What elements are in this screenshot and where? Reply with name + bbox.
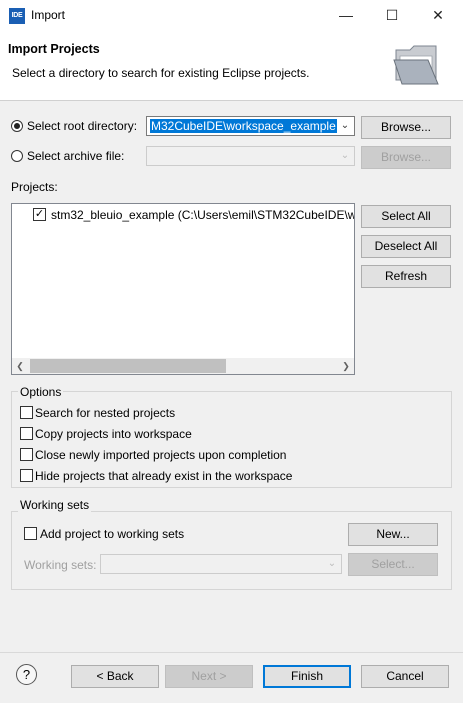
new-working-set-button[interactable]: New... [348,523,438,546]
working-sets-label: Working sets: [24,558,97,572]
select-all-button[interactable]: Select All [361,205,451,228]
projects-horizontal-scrollbar[interactable]: ❮ ❯ [12,358,354,374]
working-sets-legend: Working sets [18,498,92,512]
window-title: Import [31,8,66,22]
working-sets-combo[interactable]: ⌄ [100,554,342,574]
scrollbar-thumb[interactable] [30,359,226,373]
browse-directory-button[interactable]: Browse... [361,116,451,139]
page-title: Import Projects [8,42,100,56]
next-button[interactable]: Next > [165,665,253,688]
root-directory-label: Select root directory: [27,119,138,133]
projects-list[interactable] [11,203,355,375]
back-button[interactable]: < Back [71,665,159,688]
archive-file-radio[interactable] [11,150,23,162]
finish-button[interactable]: Finish [263,665,351,688]
minimize-button[interactable]: — [323,0,369,31]
add-working-sets-checkbox[interactable] [24,527,37,540]
close-imported-checkbox[interactable] [20,448,33,461]
project-item-label[interactable]: stm32_bleuio_example (C:\Users\emil\STM3… [51,208,354,222]
nested-projects-checkbox[interactable] [20,406,33,419]
project-checkbox[interactable]: ✓ [33,208,46,221]
copy-projects-checkbox[interactable] [20,427,33,440]
deselect-all-button[interactable]: Deselect All [361,235,451,258]
ide-app-icon: IDE [9,8,25,24]
folder-icon [393,45,439,85]
archive-file-combo[interactable]: ⌄ [146,146,355,166]
chevron-down-icon: ⌄ [340,150,350,161]
chevron-down-icon[interactable]: ⌄ [336,117,354,135]
close-button[interactable]: ✕ [415,0,461,31]
scroll-left-icon[interactable]: ❮ [12,358,28,374]
add-working-sets-label: Add project to working sets [40,527,185,541]
chevron-down-icon: ⌄ [327,558,337,569]
root-directory-combo[interactable]: M32CubeIDE\workspace_example ⌄ [146,116,355,136]
refresh-button[interactable]: Refresh [361,265,451,288]
help-icon[interactable]: ? [16,664,37,685]
projects-label: Projects: [11,180,58,194]
maximize-button[interactable]: ☐ [369,0,415,31]
copy-projects-label: Copy projects into workspace [35,427,192,441]
browse-archive-button[interactable]: Browse... [361,146,451,169]
nested-projects-label: Search for nested projects [35,406,176,420]
footer-divider [0,652,463,653]
root-directory-radio[interactable] [11,120,23,132]
options-legend: Options [18,385,64,399]
select-working-sets-button[interactable]: Select... [348,553,438,576]
hide-existing-label: Hide projects that already exist in the … [35,469,293,483]
scroll-right-icon[interactable]: ❯ [338,358,354,374]
archive-file-label: Select archive file: [27,149,125,163]
page-description: Select a directory to search for existin… [12,66,310,80]
cancel-button[interactable]: Cancel [361,665,449,688]
close-imported-label: Close newly imported projects upon compl… [35,448,287,462]
root-directory-value: M32CubeIDE\workspace_example [150,119,337,133]
hide-existing-checkbox[interactable] [20,469,33,482]
